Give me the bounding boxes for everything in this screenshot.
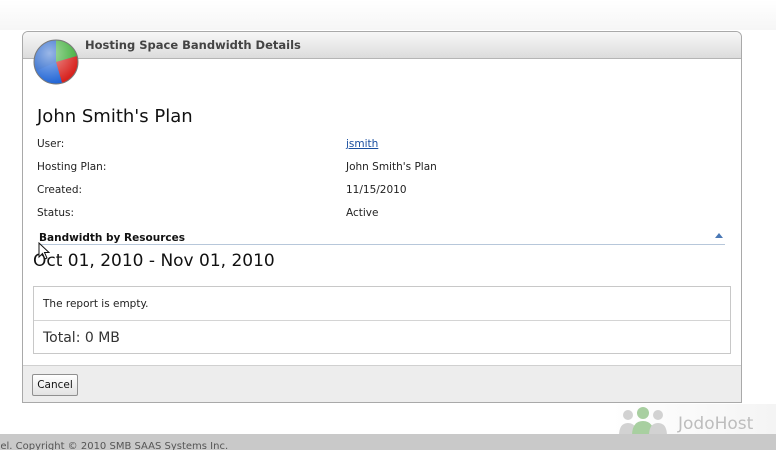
copyright-bar: nel. Copyright © 2010 SMB SAAS Systems I… bbox=[0, 434, 776, 450]
empty-message-text: The report is empty. bbox=[43, 298, 149, 310]
user-link[interactable]: jsmith bbox=[346, 138, 378, 150]
panel-title: Hosting Space Bandwidth Details bbox=[85, 38, 301, 52]
brand-name: JodoHost bbox=[678, 414, 754, 434]
panel-footer: Cancel bbox=[23, 365, 741, 402]
top-bar bbox=[0, 0, 776, 30]
user-label: User: bbox=[37, 138, 65, 150]
created-label: Created: bbox=[37, 184, 83, 196]
cancel-button[interactable]: Cancel bbox=[32, 374, 78, 396]
date-range: Oct 01, 2010 - Nov 01, 2010 bbox=[33, 251, 275, 271]
created-value: 11/15/2010 bbox=[346, 184, 407, 196]
hosting-plan-value: John Smith's Plan bbox=[346, 161, 437, 173]
pie-chart-icon bbox=[33, 39, 79, 85]
status-label: Status: bbox=[37, 207, 74, 219]
report-empty-message: The report is empty. bbox=[34, 287, 730, 321]
mouse-pointer-icon bbox=[38, 242, 50, 260]
report-total: Total: 0 MB bbox=[43, 330, 120, 346]
hosting-plan-label: Hosting Plan: bbox=[37, 161, 107, 173]
status-value: Active bbox=[346, 207, 379, 219]
collapse-arrow-icon[interactable] bbox=[715, 233, 723, 238]
copyright-text: nel. Copyright © 2010 SMB SAAS Systems I… bbox=[0, 441, 229, 450]
bandwidth-section-header[interactable]: Bandwidth by Resources bbox=[39, 231, 725, 245]
panel-header: Hosting Space Bandwidth Details bbox=[23, 32, 741, 59]
report-box: The report is empty. Total: 0 MB bbox=[33, 286, 731, 354]
plan-title: John Smith's Plan bbox=[37, 106, 193, 127]
section-title: Bandwidth by Resources bbox=[39, 232, 185, 244]
